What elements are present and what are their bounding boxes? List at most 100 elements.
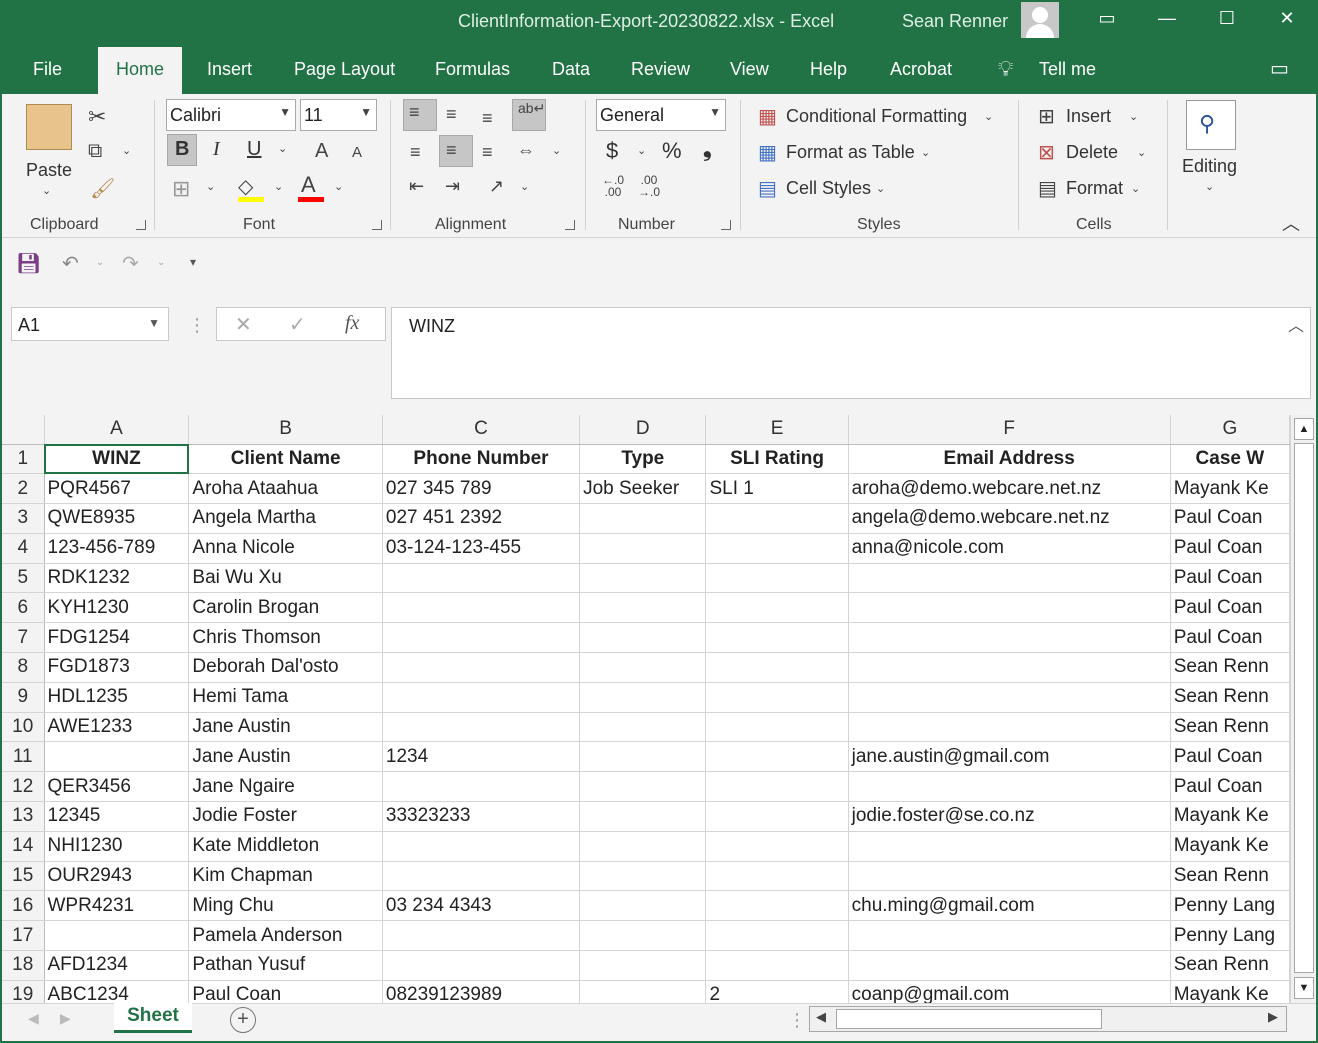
cell-c9[interactable] <box>382 682 581 713</box>
cell-styles-icon[interactable]: ▤ <box>758 176 777 201</box>
undo-chevron-down-icon[interactable]: ⌄ <box>96 257 104 268</box>
tab-help[interactable]: Help <box>810 59 847 80</box>
tab-acrobat[interactable]: Acrobat <box>890 59 952 80</box>
cell-f6[interactable] <box>848 592 1171 624</box>
cell-f14[interactable] <box>848 831 1171 862</box>
cell-c12[interactable] <box>382 771 581 803</box>
cell-f13[interactable]: jodie.foster@se.co.nz <box>848 801 1171 832</box>
paste-chevron-down-icon[interactable]: ⌄ <box>42 184 51 197</box>
cell-a9[interactable]: HDL1235 <box>44 682 190 713</box>
tab-file[interactable]: File <box>33 59 62 80</box>
cell-d8[interactable] <box>579 652 707 683</box>
cell-g15[interactable]: Sean Renn <box>1170 861 1290 892</box>
customize-qat-icon[interactable]: ▾ <box>190 255 196 269</box>
cell-c5[interactable] <box>382 563 581 594</box>
cell-d5[interactable] <box>579 563 707 594</box>
align-right-icon[interactable]: ≡ <box>482 142 493 163</box>
cell-f18[interactable] <box>848 950 1171 981</box>
row-header[interactable]: 12 <box>2 771 45 803</box>
cell-f3[interactable]: angela@demo.webcare.net.nz <box>848 503 1171 534</box>
cell-e19[interactable]: 2 <box>705 980 849 1003</box>
format-as-table-icon[interactable]: ▦ <box>758 140 777 165</box>
number-format-combo[interactable]: General ▼ <box>596 99 726 131</box>
cut-icon[interactable]: ✂ <box>88 104 106 130</box>
cell-c2[interactable]: 027 345 789 <box>382 473 581 505</box>
column-header-e[interactable]: E <box>705 415 849 445</box>
row-header[interactable]: 11 <box>2 741 45 773</box>
cell-a11[interactable] <box>44 741 190 773</box>
vertical-scroll-thumb[interactable] <box>1294 443 1314 973</box>
row-header[interactable]: 13 <box>2 801 45 832</box>
cell-f9[interactable] <box>848 682 1171 713</box>
editing-chevron-down-icon[interactable]: ⌄ <box>1205 180 1214 193</box>
cell-g5[interactable]: Paul Coan <box>1170 563 1290 594</box>
sheet-tab[interactable]: Sheet <box>114 1003 192 1033</box>
cell-a5[interactable]: RDK1232 <box>44 563 190 594</box>
insert-cells-icon[interactable]: ⊞ <box>1038 104 1055 129</box>
cell-f10[interactable] <box>848 712 1171 743</box>
cell-b14[interactable]: Kate Middleton <box>188 831 383 862</box>
format-chevron-down-icon[interactable]: ⌄ <box>1131 182 1140 195</box>
delete-cells-icon[interactable]: ⊠ <box>1038 140 1055 165</box>
font-launcher-icon[interactable] <box>372 220 382 230</box>
cell-a7[interactable]: FDG1254 <box>44 622 190 654</box>
tab-splitter-icon[interactable]: ⋮ <box>788 1010 806 1031</box>
cell-a13[interactable]: 12345 <box>44 801 190 832</box>
horizontal-scroll-thumb[interactable] <box>836 1009 1102 1029</box>
cell-b16[interactable]: Ming Chu <box>188 890 383 922</box>
orientation-chevron-down-icon[interactable]: ⌄ <box>520 180 529 193</box>
decrease-font-icon[interactable]: A <box>352 144 362 161</box>
cell-a1[interactable]: WINZ <box>44 444 190 475</box>
next-sheet-icon[interactable]: ▶ <box>60 1010 71 1027</box>
cell-e15[interactable] <box>705 861 849 892</box>
cell-g2[interactable]: Mayank Ke <box>1170 473 1290 505</box>
row-header[interactable]: 17 <box>2 920 45 952</box>
tab-home[interactable]: Home <box>98 47 183 94</box>
cell-b10[interactable]: Jane Austin <box>188 712 383 743</box>
cell-g13[interactable]: Mayank Ke <box>1170 801 1290 832</box>
cell-g14[interactable]: Mayank Ke <box>1170 831 1290 862</box>
cell-e9[interactable] <box>705 682 849 713</box>
cell-b7[interactable]: Chris Thomson <box>188 622 383 654</box>
tell-me-search[interactable]: Tell me <box>1039 59 1096 80</box>
column-header-d[interactable]: D <box>579 415 707 445</box>
cell-g18[interactable]: Sean Renn <box>1170 950 1290 981</box>
borders-icon[interactable]: ⊞ <box>172 176 190 202</box>
scroll-up-icon[interactable]: ▲ <box>1294 418 1314 440</box>
conditional-chevron-down-icon[interactable]: ⌄ <box>984 110 993 123</box>
cell-c3[interactable]: 027 451 2392 <box>382 503 581 534</box>
orientation-icon[interactable]: ↗ <box>489 176 504 197</box>
cell-g17[interactable]: Penny Lang <box>1170 920 1290 952</box>
cell-g7[interactable]: Paul Coan <box>1170 622 1290 654</box>
cell-a3[interactable]: QWE8935 <box>44 503 190 534</box>
row-header[interactable]: 6 <box>2 592 45 624</box>
collapse-formula-bar-icon[interactable]: ︿ <box>1288 312 1304 336</box>
merge-center-icon[interactable]: ⇔ <box>517 140 535 161</box>
collapse-ribbon-icon[interactable]: ︿ <box>1282 210 1300 236</box>
cell-d11[interactable] <box>579 741 707 773</box>
cell-e17[interactable] <box>705 920 849 952</box>
cell-f19[interactable]: coanp@gmail.com <box>848 980 1171 1003</box>
cell-d16[interactable] <box>579 890 707 922</box>
increase-font-icon[interactable]: A <box>315 140 328 163</box>
cell-f17[interactable] <box>848 920 1171 952</box>
decrease-decimal-icon[interactable]: .00 →.0 <box>638 174 660 198</box>
undo-icon[interactable]: ↶ <box>62 251 79 276</box>
bottom-align-icon[interactable]: ≡ <box>482 108 493 129</box>
format-cells-icon[interactable]: ▤ <box>1038 176 1057 201</box>
currency-chevron-down-icon[interactable]: ⌄ <box>637 144 646 157</box>
scroll-left-icon[interactable]: ◀ <box>816 1009 826 1025</box>
underline-button[interactable]: U <box>247 138 261 161</box>
clipboard-launcher-icon[interactable] <box>136 220 146 230</box>
row-header[interactable]: 15 <box>2 861 45 892</box>
cell-e4[interactable] <box>705 533 849 564</box>
cell-f1[interactable]: Email Address <box>848 444 1171 475</box>
cell-e11[interactable] <box>705 741 849 773</box>
cell-a15[interactable]: OUR2943 <box>44 861 190 892</box>
percent-button[interactable]: % <box>662 138 682 164</box>
borders-chevron-down-icon[interactable]: ⌄ <box>206 180 215 193</box>
alignment-launcher-icon[interactable] <box>565 220 575 230</box>
tab-review[interactable]: Review <box>631 59 690 80</box>
cell-b18[interactable]: Pathan Yusuf <box>188 950 383 981</box>
number-launcher-icon[interactable] <box>721 220 731 230</box>
